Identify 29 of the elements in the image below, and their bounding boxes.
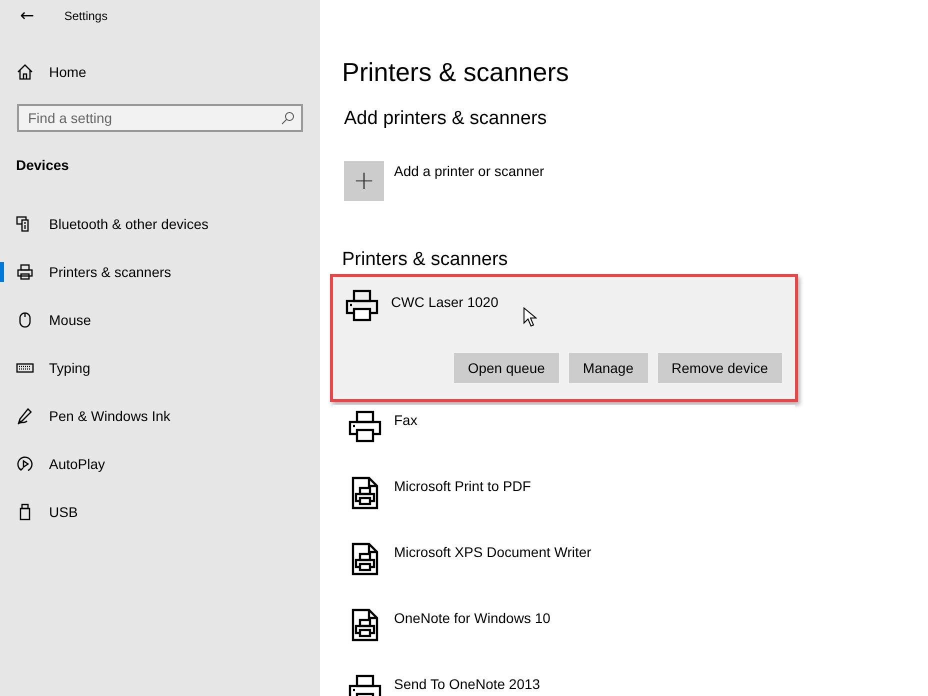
section-heading: Add printers & scanners bbox=[343, 107, 548, 131]
printer-icon bbox=[348, 410, 382, 444]
search-icon bbox=[281, 111, 295, 125]
section-heading: Printers & scanners bbox=[342, 248, 509, 272]
page-title: Printers & scanners bbox=[342, 56, 570, 89]
printer-icon bbox=[16, 263, 34, 281]
add-button[interactable]: + bbox=[344, 161, 384, 201]
back-button[interactable]: ← bbox=[16, 6, 38, 26]
sidebar-item[interactable]: Pen & Windows Ink bbox=[49, 408, 170, 424]
sidebar-item[interactable]: AutoPlay bbox=[49, 456, 106, 472]
add-printer-link[interactable]: Add a printer or scanner bbox=[394, 163, 544, 179]
mouse-cursor-icon bbox=[523, 307, 537, 327]
action-button[interactable]: Open queue bbox=[454, 353, 559, 383]
sidebar-item[interactable]: Printers & scanners bbox=[49, 264, 172, 280]
sidebar-item[interactable]: Typing bbox=[49, 360, 90, 376]
section-heading: Devices bbox=[16, 156, 70, 175]
home-nav-item[interactable]: Home bbox=[0, 52, 320, 92]
printer-icon bbox=[345, 289, 379, 323]
sidebar-item[interactable]: Bluetooth & other devices bbox=[49, 216, 209, 232]
printer-item[interactable]: CWC Laser 1020 Open queue Manage Remove device bbox=[333, 277, 795, 399]
search-field[interactable]: Find a setting bbox=[17, 104, 303, 132]
pen-icon bbox=[16, 407, 34, 425]
sidebar-item[interactable]: USB bbox=[49, 504, 78, 520]
action-button[interactable]: Manage bbox=[568, 353, 648, 383]
window-title: Settings bbox=[64, 9, 108, 23]
sidebar-item[interactable]: Mouse bbox=[49, 312, 92, 328]
autoplay-icon bbox=[16, 455, 34, 473]
home-icon bbox=[16, 63, 34, 81]
action-button[interactable]: Remove device bbox=[658, 353, 782, 383]
